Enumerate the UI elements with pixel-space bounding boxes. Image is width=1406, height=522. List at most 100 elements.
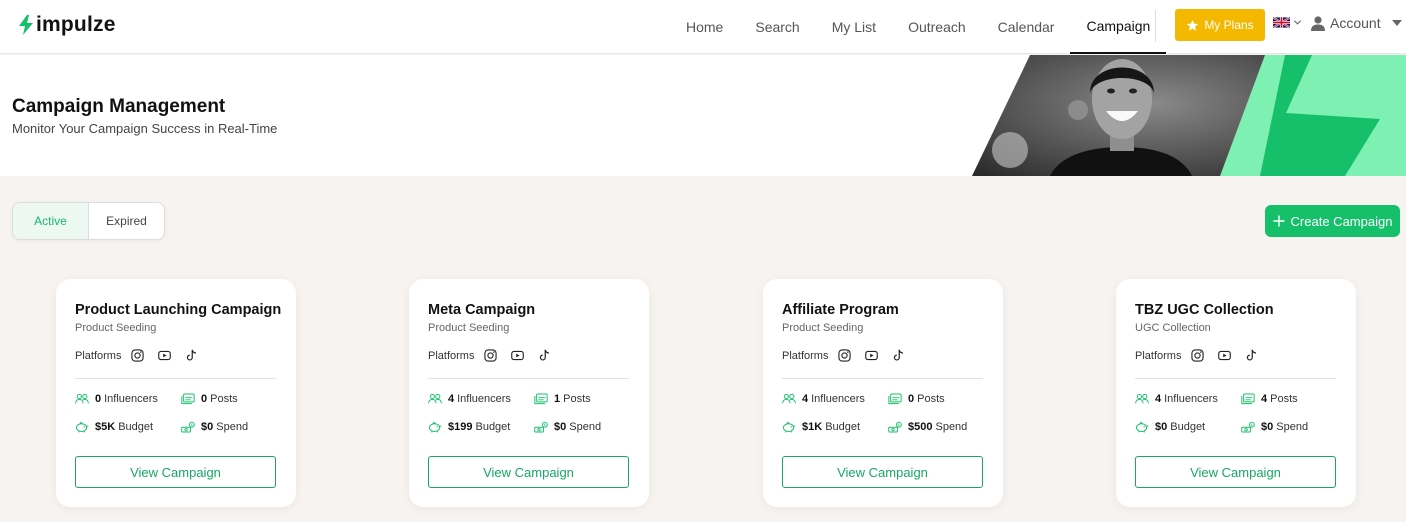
piggy-bank-icon — [782, 421, 796, 433]
tiktok-icon[interactable] — [185, 349, 198, 362]
posts-count: 0 — [908, 393, 915, 405]
create-campaign-label: Create Campaign — [1290, 213, 1393, 229]
language-selector[interactable] — [1273, 17, 1302, 28]
hero-illustration — [972, 55, 1406, 176]
plus-icon — [1273, 215, 1285, 227]
tiktok-icon[interactable] — [892, 349, 905, 362]
spend-label: Spend — [935, 421, 968, 433]
chevron-down-icon — [1293, 20, 1302, 25]
tab-expired[interactable]: Expired — [89, 203, 164, 239]
influencers-stat: 4 Influencers — [782, 393, 865, 405]
users-icon — [75, 393, 89, 405]
nav-search[interactable]: Search — [739, 0, 815, 54]
campaign-title: TBZ UGC Collection — [1135, 302, 1274, 318]
posts-stat: 1 Posts — [534, 393, 591, 405]
instagram-icon[interactable] — [838, 349, 851, 362]
uk-flag-icon — [1273, 17, 1290, 28]
view-campaign-button[interactable]: View Campaign — [1135, 456, 1336, 488]
youtube-icon[interactable] — [511, 349, 524, 362]
influencers-label: Influencers — [1164, 393, 1218, 405]
users-icon — [428, 393, 442, 405]
instagram-icon[interactable] — [1191, 349, 1204, 362]
platforms-label: Platforms — [428, 349, 475, 362]
tiktok-icon[interactable] — [538, 349, 551, 362]
instagram-icon[interactable] — [484, 349, 497, 362]
money-icon — [888, 421, 902, 433]
instagram-icon[interactable] — [131, 349, 144, 362]
youtube-icon[interactable] — [1218, 349, 1231, 362]
influencers-count: 0 — [95, 393, 102, 405]
posts-stat: 4 Posts — [1241, 393, 1298, 405]
influencers-label: Influencers — [104, 393, 158, 405]
platforms-row: Platforms — [782, 349, 919, 362]
card-divider — [75, 378, 276, 379]
page-title: Campaign Management — [12, 96, 226, 117]
tab-active[interactable]: Active — [13, 203, 89, 239]
budget-value: $1K — [802, 421, 823, 433]
card-divider — [1135, 378, 1336, 379]
account-label: Account — [1330, 15, 1381, 31]
spend-stat: $0 Spend — [534, 421, 601, 433]
posts-icon — [888, 393, 902, 405]
piggy-bank-icon — [1135, 421, 1149, 433]
view-campaign-button[interactable]: View Campaign — [428, 456, 629, 488]
influencers-label: Influencers — [457, 393, 511, 405]
view-campaign-button[interactable]: View Campaign — [75, 456, 276, 488]
platforms-row: Platforms — [75, 349, 212, 362]
campaign-status-tabs: Active Expired — [12, 202, 165, 240]
campaign-type: Product Seeding — [428, 322, 510, 334]
budget-value: $5K — [95, 421, 116, 433]
piggy-bank-icon — [428, 421, 442, 433]
budget-value: $0 — [1155, 421, 1168, 433]
campaign-type: Product Seeding — [75, 322, 157, 334]
nav-calendar[interactable]: Calendar — [982, 0, 1071, 54]
money-icon — [534, 421, 548, 433]
budget-label: Budget — [118, 421, 154, 433]
nav-campaign[interactable]: Campaign — [1070, 0, 1167, 54]
nav-my-list[interactable]: My List — [816, 0, 892, 54]
campaign-title: Product Launching Campaign — [75, 302, 282, 318]
posts-count: 1 — [554, 393, 561, 405]
account-menu[interactable]: Account — [1311, 15, 1402, 31]
page-subtitle: Monitor Your Campaign Success in Real-Ti… — [12, 121, 278, 136]
spend-value: $0 — [1261, 421, 1274, 433]
youtube-icon[interactable] — [158, 349, 171, 362]
budget-stat: $1K Budget — [782, 421, 860, 433]
platforms-row: Platforms — [428, 349, 565, 362]
posts-label: Posts — [1270, 393, 1298, 405]
spend-label: Spend — [216, 421, 249, 433]
users-icon — [782, 393, 796, 405]
card-divider — [782, 378, 983, 379]
posts-stat: 0 Posts — [888, 393, 945, 405]
spend-label: Spend — [569, 421, 602, 433]
spend-value: $500 — [908, 421, 933, 433]
posts-stat: 0 Posts — [181, 393, 238, 405]
campaign-title: Meta Campaign — [428, 302, 536, 318]
my-plans-button[interactable]: My Plans — [1175, 9, 1265, 41]
nav-divider — [1155, 10, 1156, 42]
create-campaign-button[interactable]: Create Campaign — [1265, 205, 1400, 237]
influencers-count: 4 — [802, 393, 809, 405]
posts-label: Posts — [563, 393, 591, 405]
influencers-stat: 0 Influencers — [75, 393, 158, 405]
campaign-card: Product Launching Campaign Product Seedi… — [56, 279, 296, 507]
spend-stat: $500 Spend — [888, 421, 967, 433]
spend-value: $0 — [554, 421, 567, 433]
posts-icon — [1241, 393, 1255, 405]
impulze-logo[interactable]: impulze — [18, 13, 116, 37]
nav-home[interactable]: Home — [670, 0, 739, 54]
platforms-label: Platforms — [782, 349, 829, 362]
spend-stat: $0 Spend — [181, 421, 248, 433]
nav-outreach[interactable]: Outreach — [892, 0, 982, 54]
influencers-count: 4 — [1155, 393, 1162, 405]
view-campaign-button[interactable]: View Campaign — [782, 456, 983, 488]
youtube-icon[interactable] — [865, 349, 878, 362]
money-icon — [181, 421, 195, 433]
piggy-bank-icon — [75, 421, 89, 433]
lightning-logo-icon — [19, 15, 33, 35]
money-icon — [1241, 421, 1255, 433]
tiktok-icon[interactable] — [1245, 349, 1258, 362]
posts-count: 4 — [1261, 393, 1268, 405]
user-icon — [1311, 15, 1325, 31]
spend-label: Spend — [1276, 421, 1309, 433]
